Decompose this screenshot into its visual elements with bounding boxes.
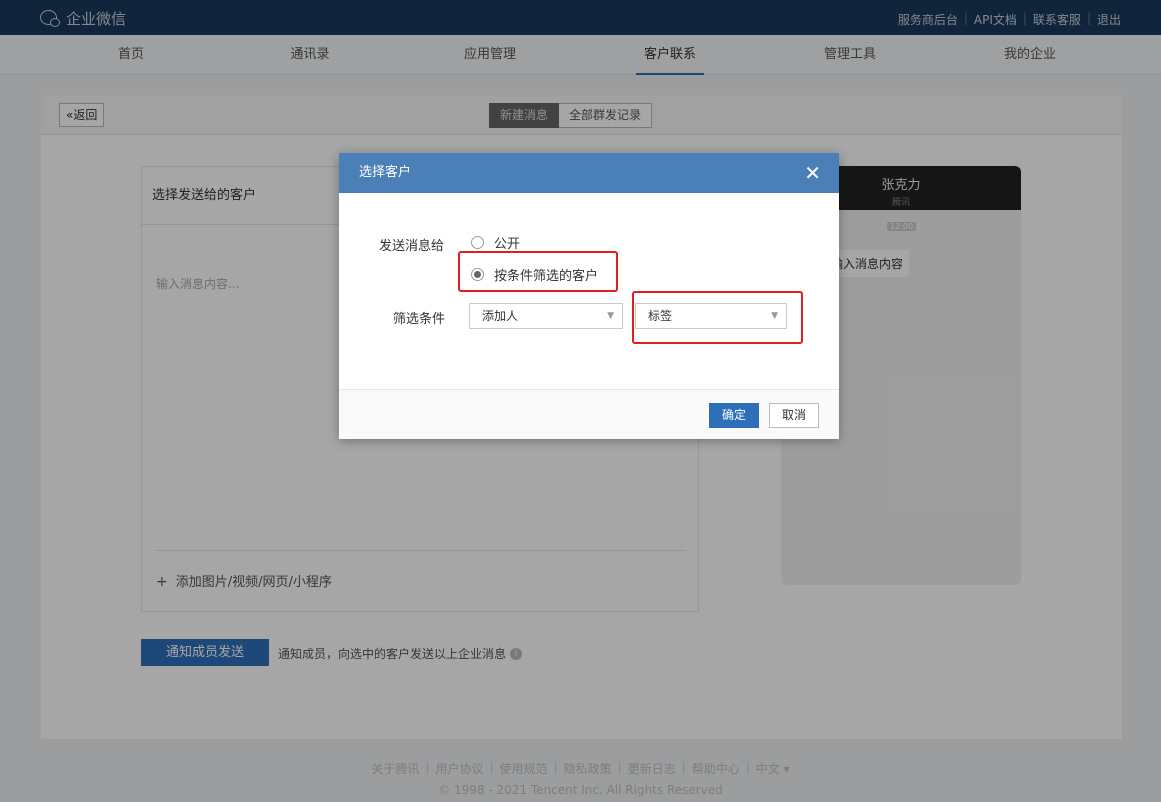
language-selector[interactable]: 中文 ▾	[756, 760, 790, 777]
dialog-footer: 确定 取消	[339, 389, 839, 439]
cancel-button[interactable]: 取消	[769, 403, 819, 428]
copyright: © 1998 - 2021 Tencent Inc. All Rights Re…	[438, 783, 723, 797]
radio-public[interactable]: 公开	[471, 233, 520, 252]
adder-filter-value: 添加人	[482, 309, 519, 323]
annotation-highlight-box	[632, 291, 803, 344]
dialog-body: 发送消息给 公开 按条件筛选的客户 筛选条件 添加人 ▼ 标签 ▼	[339, 193, 839, 389]
radio-public-label: 公开	[494, 237, 521, 252]
footer-link-changelog[interactable]: 更新日志	[628, 760, 676, 777]
footer-link-user-agreement[interactable]: 用户协议	[435, 760, 483, 777]
send-to-label: 发送消息给	[379, 239, 445, 254]
adder-filter-select[interactable]: 添加人 ▼	[469, 303, 623, 329]
footer-link-usage-rules[interactable]: 使用规范	[500, 760, 548, 777]
filter-condition-label: 筛选条件	[393, 312, 446, 327]
footer: 关于腾讯 | 用户协议 | 使用规范 | 隐私政策 | 更新日志 | 帮助中心 | 中文 ▾…	[0, 760, 1161, 797]
footer-links: 关于腾讯 | 用户协议 | 使用规范 | 隐私政策 | 更新日志 | 帮助中心 | 中文 ▾	[371, 760, 790, 777]
footer-link-privacy[interactable]: 隐私政策	[564, 760, 612, 777]
annotation-highlight-box	[458, 251, 618, 292]
dialog-header: 选择客户 ✕	[339, 153, 839, 193]
dialog-title: 选择客户	[359, 165, 412, 180]
caret-down-icon: ▼	[607, 311, 614, 321]
confirm-button[interactable]: 确定	[709, 403, 759, 428]
footer-link-help[interactable]: 帮助中心	[692, 760, 740, 777]
footer-link-about[interactable]: 关于腾讯	[371, 760, 419, 777]
radio-button-icon	[471, 236, 484, 249]
select-customer-dialog: 选择客户 ✕ 发送消息给 公开 按条件筛选的客户 筛选条件 添加人 ▼ 标签 ▼…	[339, 153, 839, 439]
close-icon[interactable]: ✕	[804, 153, 821, 193]
